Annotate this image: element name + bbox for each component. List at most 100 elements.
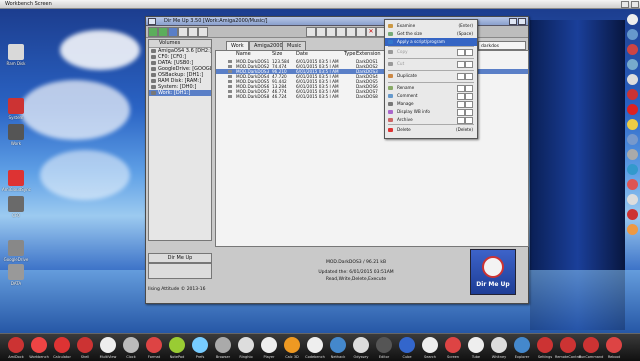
- desktop-icon[interactable]: System: [2, 98, 30, 120]
- volume-item[interactable]: Work: [DH1:]: [149, 90, 211, 96]
- dock-app-icon[interactable]: [353, 337, 369, 353]
- column-name[interactable]: Name: [236, 51, 251, 57]
- dock-app-icon[interactable]: [627, 164, 638, 175]
- copy-icon[interactable]: [316, 27, 326, 37]
- new-drawer-icon[interactable]: [306, 27, 316, 37]
- dock-app-icon[interactable]: [606, 337, 622, 353]
- depth-gadget-icon[interactable]: [621, 1, 629, 8]
- dock-app-icon[interactable]: [54, 337, 70, 353]
- menu-item-shortcut: (Delete): [455, 127, 473, 132]
- dock-app-icon[interactable]: [627, 59, 638, 70]
- screen-title-bar[interactable]: Workbench Screen: [0, 0, 640, 9]
- desktop-icon[interactable]: DATA: [2, 264, 30, 286]
- dock-app-icon[interactable]: [627, 44, 638, 55]
- back-arrow-icon[interactable]: [148, 27, 158, 37]
- desktop-icon[interactable]: CF0: [2, 196, 30, 218]
- iconify-gadget-icon[interactable]: [509, 18, 517, 25]
- dock-app-icon[interactable]: [583, 337, 599, 353]
- menu-item[interactable]: Rename: [385, 84, 477, 92]
- file-date: 6/01/2015 03:5 I AM: [296, 94, 339, 99]
- home-icon[interactable]: [198, 27, 208, 37]
- dock-app-icon[interactable]: [77, 337, 93, 353]
- forward-arrow-icon[interactable]: [158, 27, 168, 37]
- dock-app-icon[interactable]: [31, 337, 47, 353]
- menu-item[interactable]: Copy: [385, 48, 477, 56]
- dock-app-icon[interactable]: [146, 337, 162, 353]
- dock-app-icon[interactable]: [627, 14, 638, 25]
- file-icon: [228, 60, 232, 63]
- menu-item[interactable]: Apply a script/program: [385, 38, 477, 46]
- menu-item[interactable]: Cut: [385, 60, 477, 68]
- dock-app-icon[interactable]: [627, 209, 638, 220]
- root-icon[interactable]: [178, 27, 188, 37]
- menu-item-label: Archive: [397, 117, 413, 122]
- file-row[interactable]: MOD.DarkDOS8 46.724 6/01/2015 03:5 I AM Dar…: [216, 94, 528, 99]
- screen-gadget-icon[interactable]: [631, 1, 639, 8]
- dock-app-icon[interactable]: [627, 119, 638, 130]
- depth-gadget-icon[interactable]: [518, 18, 526, 25]
- menu-item[interactable]: Archive: [385, 116, 477, 124]
- menu-item[interactable]: Duplicate: [385, 72, 477, 80]
- path-field[interactable]: darkdos: [478, 41, 526, 50]
- dock-app-icon[interactable]: [261, 337, 277, 353]
- dock-app-icon[interactable]: [627, 194, 638, 205]
- dock-app-icon[interactable]: [627, 89, 638, 100]
- column-date[interactable]: Date: [296, 51, 308, 57]
- dock-app-icon[interactable]: [330, 337, 346, 353]
- desktop-icon[interactable]: AmiCloudSync: [2, 170, 31, 192]
- dock-app-icon[interactable]: [169, 337, 185, 353]
- edit-icon[interactable]: [326, 27, 336, 37]
- dock-app-icon[interactable]: [627, 104, 638, 115]
- tab-music[interactable]: Music: [282, 41, 307, 50]
- dock-app-icon[interactable]: [215, 337, 231, 353]
- close-gadget-icon[interactable]: [148, 18, 156, 25]
- file-icon: [228, 70, 232, 73]
- dock-app-icon[interactable]: [8, 337, 24, 353]
- refresh-icon[interactable]: [188, 27, 198, 37]
- dock-app-icon[interactable]: [422, 337, 438, 353]
- dock-app-icon[interactable]: [100, 337, 116, 353]
- desktop-icon[interactable]: GoogleDrive: [2, 240, 30, 262]
- menu-item[interactable]: Get the size (Space): [385, 30, 477, 38]
- dock-app-icon[interactable]: [627, 149, 638, 160]
- dir-me-up-button[interactable]: Dir Me Up: [148, 253, 212, 263]
- dock-app-icon[interactable]: [468, 337, 484, 353]
- tab-work[interactable]: Work: [226, 41, 249, 50]
- dock-app-icon[interactable]: [123, 337, 139, 353]
- dock-app-icon[interactable]: [238, 337, 254, 353]
- dock-app-icon[interactable]: [560, 337, 576, 353]
- desktop-icon[interactable]: Ram Disk: [2, 44, 30, 66]
- logo-text: Dir Me Up: [476, 281, 510, 288]
- dock-app-icon[interactable]: [307, 337, 323, 353]
- menu-item[interactable]: Delete (Delete): [385, 126, 477, 134]
- dock-app-icon[interactable]: [627, 134, 638, 145]
- dock-app-icon[interactable]: [445, 337, 461, 353]
- dock-app-icon[interactable]: [192, 337, 208, 353]
- column-type[interactable]: Type: [344, 51, 355, 57]
- dock-app-icon[interactable]: [627, 74, 638, 85]
- dock-app-icon[interactable]: [284, 337, 300, 353]
- column-extension[interactable]: Extension: [356, 51, 381, 57]
- dock-app-icon[interactable]: [537, 337, 553, 353]
- dock-app-icon[interactable]: [399, 337, 415, 353]
- column-size[interactable]: Size: [272, 51, 282, 57]
- desktop-icon-label: GoogleDrive: [3, 257, 29, 262]
- delete-icon[interactable]: ✕: [366, 27, 376, 37]
- menu-item[interactable]: Examine (Enter): [385, 22, 477, 30]
- dock-app-icon[interactable]: [491, 337, 507, 353]
- menu-item[interactable]: Manage: [385, 100, 477, 108]
- menu-item[interactable]: Comment: [385, 92, 477, 100]
- info-icon[interactable]: [346, 27, 356, 37]
- dock-app-icon[interactable]: [627, 224, 638, 235]
- file-list[interactable]: Name Size Date Type Extension D MOD.Dark…: [215, 50, 529, 247]
- rename-icon[interactable]: [336, 27, 346, 37]
- parent-icon[interactable]: [168, 27, 178, 37]
- menu-item[interactable]: Display WB info: [385, 108, 477, 116]
- dock-app-icon[interactable]: [376, 337, 392, 353]
- menu-item-shortcut: (Enter): [458, 23, 473, 28]
- dock-app-icon[interactable]: [627, 179, 638, 190]
- desktop-icon[interactable]: Work: [2, 124, 30, 146]
- dock-app-icon[interactable]: [627, 29, 638, 40]
- dock-app-icon[interactable]: [514, 337, 530, 353]
- view-icon[interactable]: [356, 27, 366, 37]
